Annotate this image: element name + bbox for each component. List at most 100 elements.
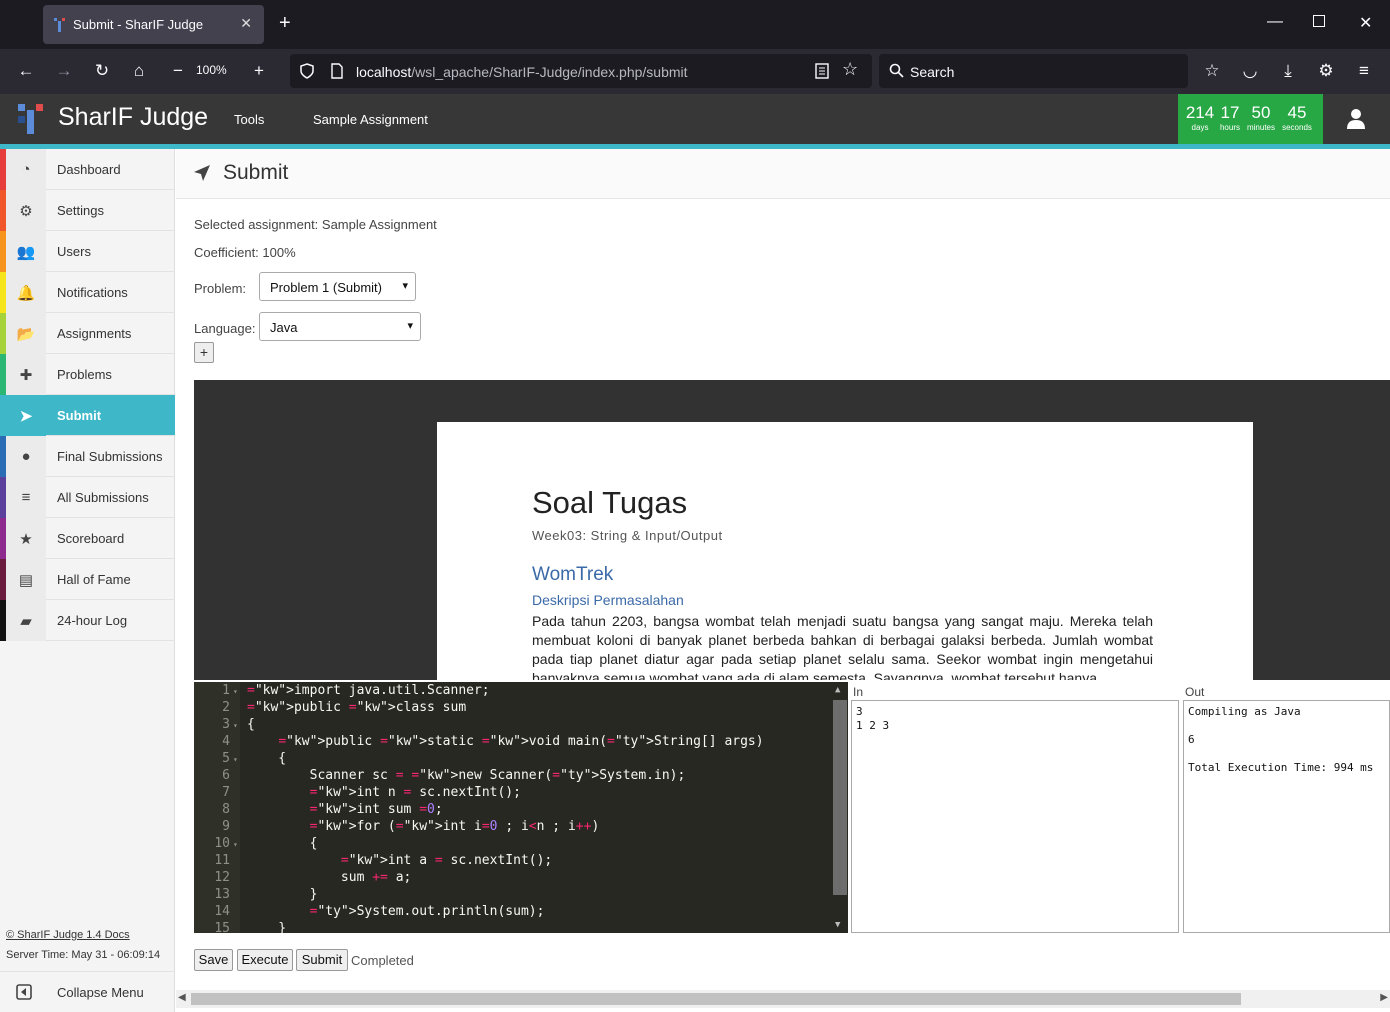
code-line[interactable]: } (247, 921, 286, 933)
code-line[interactable]: ="kw">public ="kw">class sum (247, 700, 466, 715)
page-icon (331, 63, 343, 79)
code-line[interactable]: ="ty">System.out.println(sum); (247, 904, 545, 919)
code-line[interactable]: ="kw">int sum =0; (247, 802, 443, 817)
fold-arrow-icon[interactable]: ▾ (233, 721, 238, 730)
sidebar-item-label: Assignments (57, 326, 132, 341)
code-line[interactable]: ="kw">for (="kw">int i=0 ; i<n ; i++) (247, 819, 600, 834)
sidebar-item-dashboard[interactable]: ◔ Dashboard (0, 149, 175, 190)
code-line[interactable]: } (247, 887, 318, 902)
line-number: 14 (214, 904, 230, 919)
menu-icon[interactable]: ≡ (1352, 60, 1376, 82)
fold-arrow-icon[interactable]: ▾ (233, 687, 238, 696)
code-line[interactable]: ="kw">int a = sc.nextInt(); (247, 853, 552, 868)
new-tab-icon[interactable]: + (279, 11, 291, 35)
sidebar-item-final-submissions[interactable]: ● Final Submissions (0, 436, 175, 477)
sidebar-item-users[interactable]: 👥 Users (0, 231, 175, 272)
problem-select-value: Problem 1 (Submit) (270, 280, 382, 295)
window-close-icon[interactable]: ✕ (1359, 13, 1372, 33)
search-bar[interactable]: Search (879, 54, 1188, 88)
zoom-in-icon[interactable]: + (247, 60, 271, 82)
sidebar-item-settings[interactable]: ⚙ Settings (0, 190, 175, 231)
pocket-icon[interactable]: ◡ (1238, 60, 1262, 82)
sidebar-item-notifications[interactable]: 🔔 Notifications (0, 272, 175, 313)
forward-icon[interactable]: → (52, 60, 76, 82)
save-button[interactable]: Save (194, 949, 233, 971)
code-line[interactable]: ="kw">import java.util.Scanner; (247, 683, 490, 698)
collapse-menu-button[interactable]: Collapse Menu (0, 971, 175, 1012)
code-line[interactable]: { (247, 836, 318, 851)
editor-scroll-thumb[interactable] (833, 700, 847, 895)
scroll-down-icon[interactable]: ▼ (835, 920, 840, 930)
sidebar-item-label: Dashboard (57, 162, 121, 177)
sidebar-item-submit[interactable]: ➤ Submit (0, 395, 175, 436)
line-number: 6 (222, 768, 230, 783)
sidebar-item-label: Hall of Fame (57, 572, 131, 587)
scroll-left-icon[interactable]: ◀ (178, 992, 186, 1003)
line-number: 10 (214, 836, 230, 851)
sidebar-item-all-submissions[interactable]: ≡ All Submissions (0, 477, 175, 518)
bell-icon: 🔔 (6, 272, 46, 313)
nav-sample-assignment[interactable]: Sample Assignment (313, 112, 428, 127)
code-line[interactable]: { (247, 751, 286, 766)
submit-button[interactable]: Submit (296, 949, 348, 971)
code-line[interactable]: ="kw">public ="kw">static ="kw">void mai… (247, 734, 763, 749)
sidebar-item-hall-of-fame[interactable]: ▤ Hall of Fame (0, 559, 175, 600)
horizontal-scroll-thumb[interactable] (191, 993, 1241, 1005)
reader-view-icon[interactable] (815, 63, 829, 79)
puzzle-icon: ✚ (6, 354, 46, 395)
code-line[interactable]: { (247, 717, 255, 732)
scroll-up-icon[interactable]: ▲ (835, 685, 840, 695)
zoom-out-icon[interactable]: − (166, 60, 190, 82)
sidebar-item-label: 24-hour Log (57, 613, 128, 628)
bookmark-star-icon[interactable]: ☆ (842, 59, 858, 80)
brand-name[interactable]: SharIF Judge (58, 103, 208, 132)
tab-close-icon[interactable]: ✕ (240, 15, 252, 32)
line-number: 9 (222, 819, 230, 834)
input-textarea[interactable]: 3 1 2 3 (851, 700, 1179, 933)
editor-scrollbar[interactable]: ▲ ▼ (832, 682, 848, 933)
footer-version-link[interactable]: © SharIF Judge 1.4 Docs (6, 929, 130, 941)
home-icon[interactable]: ⌂ (127, 60, 151, 82)
minimize-icon[interactable]: — (1267, 13, 1283, 31)
sidebar-item-24-hour-log[interactable]: ▰ 24-hour Log (0, 600, 175, 641)
code-line[interactable]: sum += a; (247, 870, 411, 885)
list-icon: ≡ (6, 477, 46, 518)
code-line[interactable]: Scanner sc = ="kw">new Scanner(="ty">Sys… (247, 768, 686, 783)
sidebar-item-assignments[interactable]: 📂 Assignments (0, 313, 175, 354)
download-icon[interactable]: ⤓ (1276, 60, 1300, 82)
problem-select[interactable]: Problem 1 (Submit) ▾ (259, 272, 416, 301)
search-icon (889, 63, 904, 78)
countdown-days: 214 days (1185, 103, 1215, 132)
url-text[interactable]: localhost/wsl_apache/SharIF-Judge/index.… (356, 64, 688, 80)
code-line[interactable]: ="kw">int n = sc.nextInt(); (247, 785, 521, 800)
maximize-icon[interactable] (1313, 15, 1325, 27)
scroll-right-icon[interactable]: ▶ (1380, 992, 1388, 1003)
dashboard-icon: ◔ (6, 149, 46, 190)
problem-pdf-viewer[interactable]: Soal Tugas Week03: String & Input/Output… (194, 380, 1390, 680)
fold-arrow-icon[interactable]: ▾ (233, 840, 238, 849)
reload-icon[interactable]: ↻ (90, 60, 114, 82)
sharif-logo-icon[interactable] (18, 104, 46, 134)
horizontal-scrollbar[interactable]: ◀ ▶ (176, 990, 1390, 1008)
gear-icon: ⚙ (6, 190, 46, 231)
sidebar-item-label: Problems (57, 367, 112, 382)
user-icon[interactable] (1345, 108, 1367, 130)
sidebar-item-scoreboard[interactable]: ★ Scoreboard (0, 518, 175, 559)
input-label: In (853, 685, 864, 699)
add-file-button[interactable]: + (194, 342, 214, 363)
back-icon[interactable]: ← (14, 60, 38, 82)
execute-button[interactable]: Execute (237, 949, 293, 971)
doc-title: Soal Tugas (532, 485, 688, 520)
settings-gear-icon[interactable]: ⚙ (1314, 60, 1338, 82)
zoom-level[interactable]: 100% (196, 63, 227, 77)
output-textarea: Compiling as Java 6 Total Execution Time… (1183, 700, 1390, 933)
code-editor[interactable]: 1 ▾ 2 3 ▾ 4 5 ▾ 6 7 8 9 10 ▾ 11 12 13 14 15 ="kw">import j… (194, 682, 848, 933)
browser-tab[interactable]: Submit - SharIF Judge ✕ (43, 5, 264, 44)
nav-tools[interactable]: Tools (234, 112, 264, 127)
fold-arrow-icon[interactable]: ▾ (233, 755, 238, 764)
language-select[interactable]: Java ▾ (259, 312, 421, 341)
collections-icon[interactable]: ☆ (1200, 60, 1224, 82)
shield-icon[interactable] (299, 63, 315, 79)
sidebar-item-problems[interactable]: ✚ Problems (0, 354, 175, 395)
url-bar[interactable]: localhost/wsl_apache/SharIF-Judge/index.… (290, 54, 872, 88)
